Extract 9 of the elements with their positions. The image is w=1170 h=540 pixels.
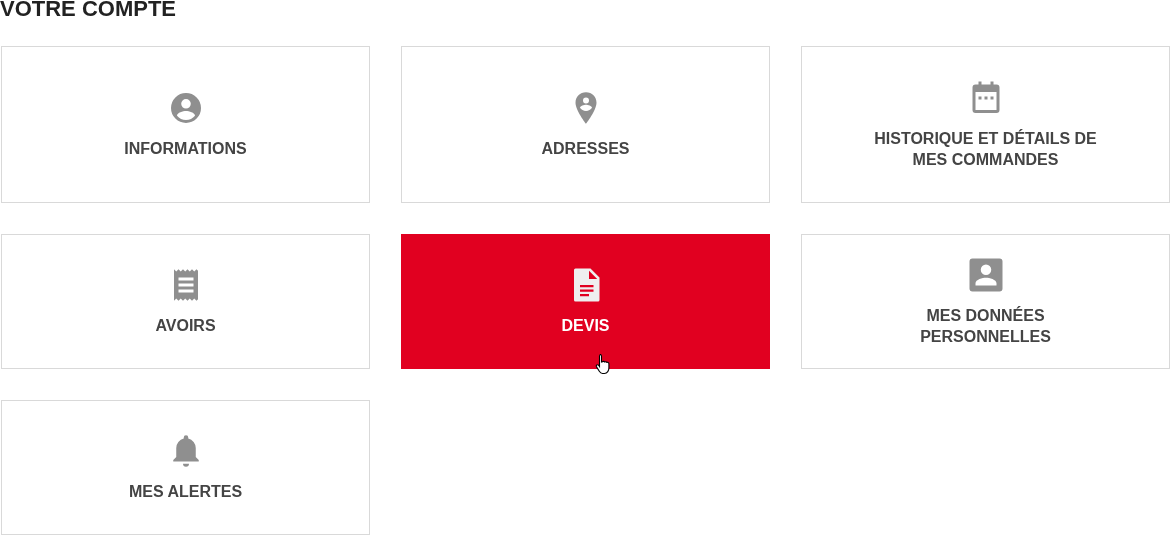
account-card[interactable]: INFORMATIONS	[1, 46, 370, 203]
contact-card-icon	[967, 256, 1004, 293]
account-card[interactable]: MES DONNÉES PERSONNELLES	[801, 234, 1170, 369]
account-card[interactable]: HISTORIQUE ET DÉTAILS DE MES COMMANDES	[801, 46, 1170, 203]
account-card[interactable]: ADRESSES	[401, 46, 770, 203]
page-title: VOTRE COMPTE	[0, 0, 177, 23]
account-card[interactable]: MES ALERTES	[1, 400, 370, 535]
hand-cursor-icon	[595, 353, 611, 375]
account-card[interactable]: AVOIRS	[1, 234, 370, 369]
